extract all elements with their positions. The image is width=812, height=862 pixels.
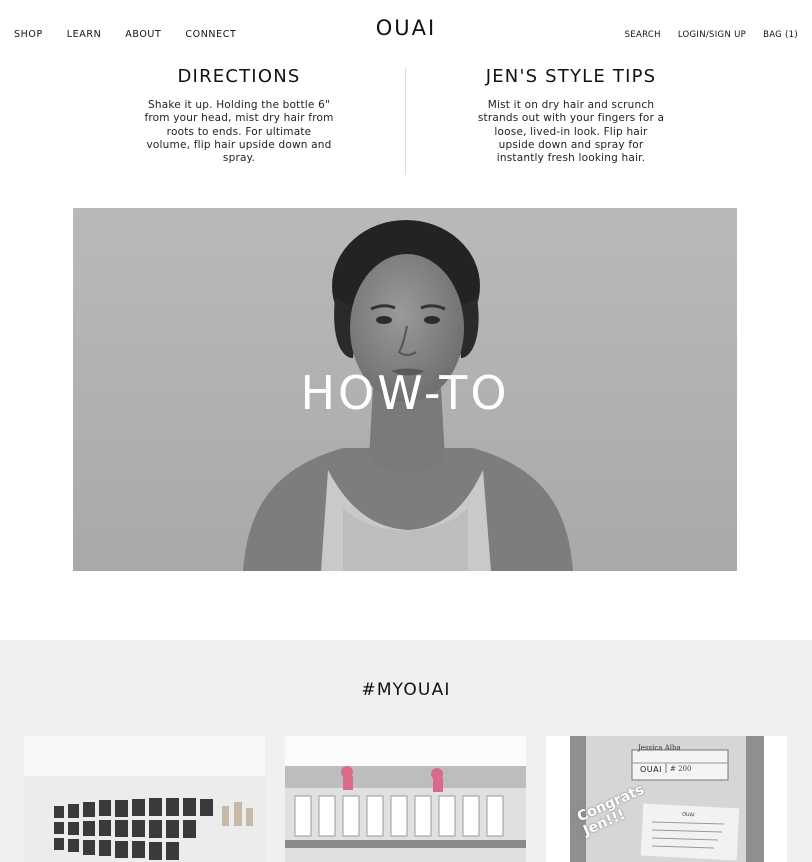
product-info: DIRECTIONS Shake it up. Holding the bott… bbox=[0, 66, 812, 178]
polaroid-wall-image bbox=[24, 736, 265, 862]
instagram-post-1[interactable] bbox=[24, 736, 265, 862]
card-name: Jessica Alba bbox=[638, 744, 681, 752]
card-number: # 200 bbox=[670, 765, 692, 773]
style-tips-block: JEN'S STYLE TIPS Mist it on dry hair and… bbox=[476, 66, 666, 165]
card-brand: OUAI bbox=[640, 765, 662, 774]
directions-title: DIRECTIONS bbox=[177, 66, 301, 87]
myouai-section: #MYOUAI Jessica Alba OUAI # 200 Congrats… bbox=[0, 640, 812, 862]
production-line-image bbox=[285, 736, 526, 862]
how-to-video[interactable]: HOW-TO bbox=[73, 208, 737, 571]
directions-block: DIRECTIONS Shake it up. Holding the bott… bbox=[144, 66, 334, 165]
note-brand: OUAI bbox=[681, 811, 695, 819]
site-header: SHOP LEARN ABOUT CONNECT OUAI SEARCH LOG… bbox=[0, 0, 812, 68]
congrats-card-image bbox=[546, 736, 787, 862]
directions-text: Shake it up. Holding the bottle 6" from … bbox=[144, 99, 334, 165]
utility-nav: SEARCH LOGIN/SIGN UP BAG (1) bbox=[608, 30, 798, 40]
column-divider bbox=[405, 68, 406, 174]
login-signup-link[interactable]: LOGIN/SIGN UP bbox=[678, 30, 746, 40]
myouai-title: #MYOUAI bbox=[361, 680, 451, 700]
instagram-post-3[interactable]: Jessica Alba OUAI # 200 Congrats Jen!!! … bbox=[546, 736, 787, 862]
instagram-post-2[interactable] bbox=[285, 736, 526, 862]
style-tips-title: JEN'S STYLE TIPS bbox=[485, 66, 657, 87]
bag-link[interactable]: BAG (1) bbox=[763, 30, 798, 40]
hero-title: HOW-TO bbox=[300, 366, 510, 420]
style-tips-text: Mist it on dry hair and scrunch strands … bbox=[477, 99, 665, 165]
search-link[interactable]: SEARCH bbox=[625, 30, 661, 40]
